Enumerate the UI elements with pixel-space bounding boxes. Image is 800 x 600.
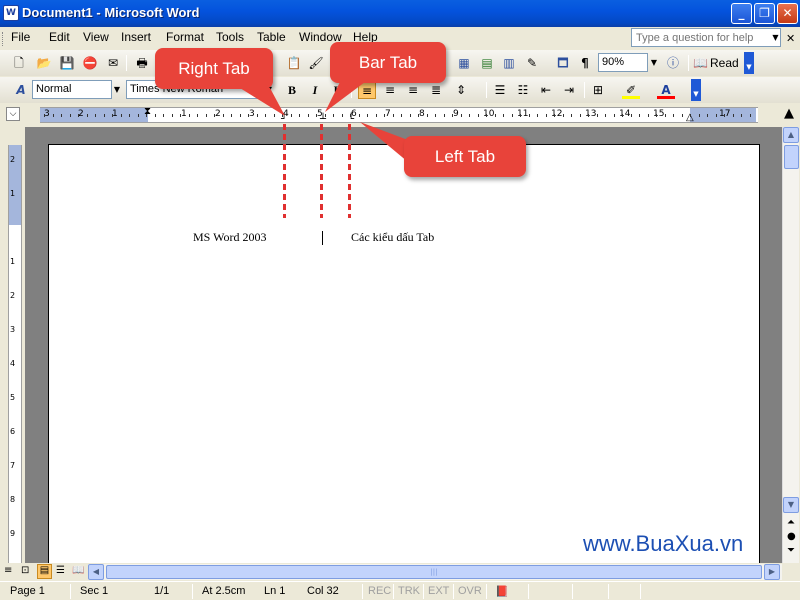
spelling-status-icon[interactable]: 📕 xyxy=(495,585,509,598)
scroll-down-icon[interactable]: ▼ xyxy=(783,497,799,513)
status-ovr[interactable]: OVR xyxy=(458,585,482,597)
text-right-tab: MS Word 2003 xyxy=(193,230,267,244)
vruler-number: 8 xyxy=(10,495,16,504)
status-page: Page 1 xyxy=(10,585,45,597)
horizontal-scroll-thumb[interactable]: ||| xyxy=(106,565,762,579)
vruler-number: 9 xyxy=(10,529,16,538)
status-pages: 1/1 xyxy=(154,585,170,597)
callout-left-tab: Left Tab xyxy=(404,136,526,177)
vruler-number: 3 xyxy=(10,325,16,334)
callout-pointers xyxy=(240,82,408,162)
vertical-ruler[interactable]: 2 1 1 2 3 4 5 6 7 8 9 xyxy=(8,145,22,565)
scroll-left-icon[interactable]: ◀ xyxy=(88,564,104,580)
next-page-icon[interactable]: ⏷ xyxy=(787,545,795,556)
select-browse-object-icon[interactable]: ● xyxy=(787,531,796,542)
status-at: At 2.5cm xyxy=(202,585,246,597)
normal-view-icon[interactable]: ≡ xyxy=(4,565,12,576)
previous-page-icon[interactable]: ⏶ xyxy=(787,517,795,528)
vruler-number: 1 xyxy=(10,257,16,266)
status-bar: Page 1 Sec 1 1/1 At 2.5cm Ln 1 Col 32 RE… xyxy=(0,581,800,600)
status-rec[interactable]: REC xyxy=(368,585,391,597)
print-layout-view-icon[interactable]: ▤ xyxy=(37,564,52,579)
status-column: Col 32 xyxy=(307,585,339,597)
vruler-number: 7 xyxy=(10,461,16,470)
scroll-up-icon[interactable]: ▲ xyxy=(783,127,799,143)
vruler-number: 5 xyxy=(10,393,16,402)
left-tab-pointer xyxy=(360,122,408,162)
bar-tab-pointer xyxy=(325,82,365,112)
status-section: Sec 1 xyxy=(80,585,109,597)
status-line: Ln 1 xyxy=(264,585,286,597)
vertical-scrollbar[interactable]: ▲ ▼ ⏶ ● ⏷ xyxy=(782,127,799,563)
vruler-number: 2 xyxy=(10,291,16,300)
right-tab-pointer xyxy=(240,88,285,116)
scroll-right-icon[interactable]: ▶ xyxy=(764,564,780,580)
vertical-scroll-thumb[interactable] xyxy=(784,145,799,169)
status-trk[interactable]: TRK xyxy=(398,585,420,597)
text-left-tab: Các kiểu dấu Tab xyxy=(351,230,435,244)
reading-layout-icon[interactable]: 📖 xyxy=(72,565,84,576)
status-ext[interactable]: EXT xyxy=(428,585,449,597)
watermark: www.BuaXua.vn xyxy=(583,531,744,556)
document-page[interactable] xyxy=(48,144,760,564)
horizontal-scrollbar[interactable]: ◀ ||| ▶ xyxy=(88,564,782,580)
bar-tab-line xyxy=(322,231,323,245)
web-layout-view-icon[interactable]: ⊡ xyxy=(21,565,29,576)
vruler-number: 6 xyxy=(10,427,16,436)
outline-view-icon[interactable]: ☰ xyxy=(56,565,65,576)
vruler-number: 4 xyxy=(10,359,16,368)
